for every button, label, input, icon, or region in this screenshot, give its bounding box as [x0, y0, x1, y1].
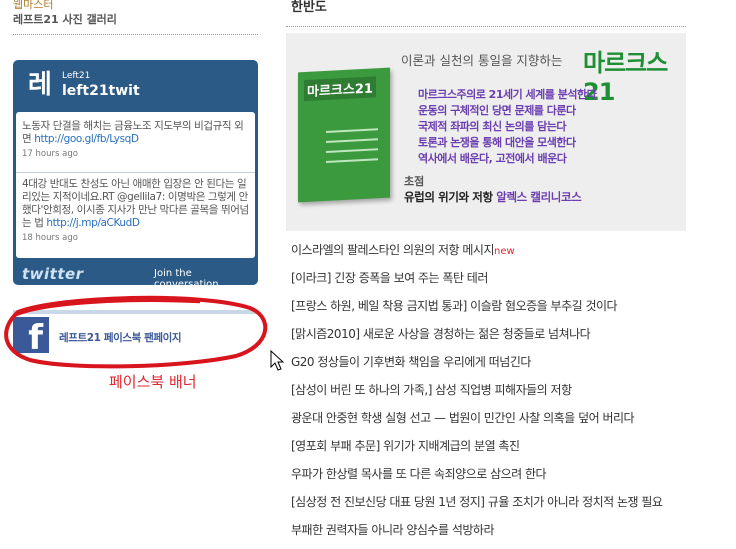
banner-line: 국제적 좌파의 최신 논의를 담는다 [418, 120, 567, 133]
headline-item[interactable]: [심상정 전 진보신당 대표 당원 1년 정지] 규율 조치가 아니라 정치적 … [291, 493, 663, 521]
headline-item[interactable]: 우파가 한상렬 목사를 또 다른 속죄양으로 삼으려 한다 [291, 465, 662, 493]
red-highlight-ellipse [4, 295, 268, 369]
tweet-item: 4대강 반대도 찬성도 아닌 애매한 입장은 안 된다는 일리있는 지적이네요.… [22, 178, 250, 245]
headline-item[interactable]: 광운대 안중현 학생 실형 선고 — 법원이 민간인 사찰 의혹을 덮어 버리다 [291, 409, 662, 437]
headline-text[interactable]: 이스라엘의 팔레스타인 의원의 저항 메시지 [291, 243, 494, 257]
divider [286, 26, 686, 27]
headline-text[interactable]: 부패한 권력자들 아니라 양심수를 석방하라 [291, 523, 494, 537]
feature-label: 초점 [404, 175, 425, 188]
headline-text[interactable]: [심상정 전 진보신당 대표 당원 1년 정지] 규율 조치가 아니라 정치적 … [291, 495, 663, 509]
tweet-time: 17 hours ago [22, 149, 78, 159]
tweet-separator [16, 172, 255, 173]
magazine-cover-title: 마르크스21 [304, 76, 376, 102]
headline-text[interactable]: G20 정상들이 기후변화 책임을 우리에게 떠넘긴다 [291, 355, 531, 369]
feature-article: 유럽의 위기와 저항 알렉스 캘리니코스 [404, 189, 582, 205]
headline-item[interactable]: [맑시즘2010] 새로운 사상을 경청하는 젊은 청중들로 넘쳐나다 [291, 325, 662, 353]
banner-line: 토론과 논쟁을 통해 대안을 모색한다 [418, 136, 576, 149]
headline-text[interactable]: [삼성이 버린 또 하나의 가족,] 삼성 직업병 피해자들의 저항 [291, 383, 572, 397]
headline-list: 이스라엘의 팔레스타인 의원의 저항 메시지new [이라크] 긴장 증폭을 보… [291, 241, 663, 549]
feature-title: 유럽의 위기와 저항 [404, 190, 493, 204]
photo-gallery-link[interactable]: 레프트21 사진 갤러리 [13, 11, 117, 27]
tweet-link[interactable]: http://j.mp/aCKudD [46, 217, 140, 229]
headline-text[interactable]: [이라크] 긴장 증폭을 보여 주는 폭탄 테러 [291, 271, 488, 285]
left21-avatar[interactable]: 레 [25, 70, 55, 100]
marx21-logo: 마르크스21 [583, 49, 668, 106]
banner-line: 마르크스주의로 21세기 세계를 분석한다 [418, 88, 597, 101]
headline-item[interactable]: G20 정상들이 기후변화 책임을 우리에게 떠넘긴다 [291, 353, 662, 381]
headline-item[interactable]: [이라크] 긴장 증폭을 보여 주는 폭탄 테러 [291, 269, 662, 297]
tweet-link[interactable]: http://goo.gl/fb/LysqD [34, 133, 139, 145]
banner-line: 역사에서 배운다, 고전에서 배운다 [418, 152, 567, 165]
new-badge: new [493, 246, 515, 257]
section-title: 한반도 [291, 0, 327, 15]
facebook-banner-annotation: 페이스북 배너 [109, 373, 197, 391]
tweet-item: 노동자 단결을 해치는 금융노조 지도부의 비겁규직 외면 http://goo… [22, 120, 250, 161]
headline-item[interactable]: [삼성이 버린 또 하나의 가족,] 삼성 직업병 피해자들의 저항 [291, 381, 662, 409]
tweet-list: 노동자 단결을 해치는 금융노조 지도부의 비겁규직 외면 http://goo… [16, 112, 255, 258]
twitter-widget: 레 Left21 left21twit 노동자 단결을 해치는 금융노조 지도부… [13, 60, 258, 285]
headline-item[interactable]: 이스라엘의 팔레스타인 의원의 저항 메시지new [291, 241, 662, 269]
headline-text[interactable]: 광운대 안중현 학생 실형 선고 — 법원이 민간인 사찰 의혹을 덮어 버리다 [291, 411, 635, 425]
twitter-handle-caption: Left21 [62, 71, 91, 81]
marx21-banner[interactable]: 마르크스21 이론과 실천의 통일을 지향하는 마르크스21 마르크스주의로 2… [286, 33, 686, 231]
mouse-cursor-icon [270, 350, 285, 371]
headline-text[interactable]: [영포회 부패 추문] 위기가 지배계급의 분열 촉진 [291, 439, 520, 453]
headline-item[interactable]: 부패한 권력자들 아니라 양심수를 석방하라 [291, 521, 662, 549]
headline-text[interactable]: 우파가 한상렬 목사를 또 다른 속죄양으로 삼으려 한다 [291, 467, 547, 481]
twitter-handle[interactable]: left21twit [62, 83, 140, 99]
join-conversation-link[interactable]: Join the conversation [154, 268, 258, 285]
headline-item[interactable]: [영포회 부패 추문] 위기가 지배계급의 분열 촉진 [291, 437, 662, 465]
headline-item[interactable]: [프랑스 하원, 베일 착용 금지법 통과] 이슬람 혐오증을 부추길 것이다 [291, 297, 662, 325]
magazine-cover-image: 마르크스21 [298, 67, 390, 203]
tweet-time: 18 hours ago [22, 233, 78, 243]
headline-text[interactable]: [맑시즘2010] 새로운 사상을 경청하는 젊은 청중들로 넘쳐나다 [291, 327, 591, 341]
banner-tagline: 이론과 실천의 통일을 지향하는 [401, 53, 563, 68]
banner-description: 마르크스주의로 21세기 세계를 분석한다 운동의 구체적인 당면 문제를 다룬… [418, 87, 597, 167]
divider [13, 34, 258, 35]
feature-author: 알렉스 캘리니코스 [496, 190, 582, 204]
banner-line: 운동의 구체적인 당면 문제를 다룬다 [418, 104, 576, 117]
twitter-logo[interactable]: twitter [22, 265, 84, 283]
headline-text[interactable]: [프랑스 하원, 베일 착용 금지법 통과] 이슬람 혐오증을 부추길 것이다 [291, 299, 618, 313]
